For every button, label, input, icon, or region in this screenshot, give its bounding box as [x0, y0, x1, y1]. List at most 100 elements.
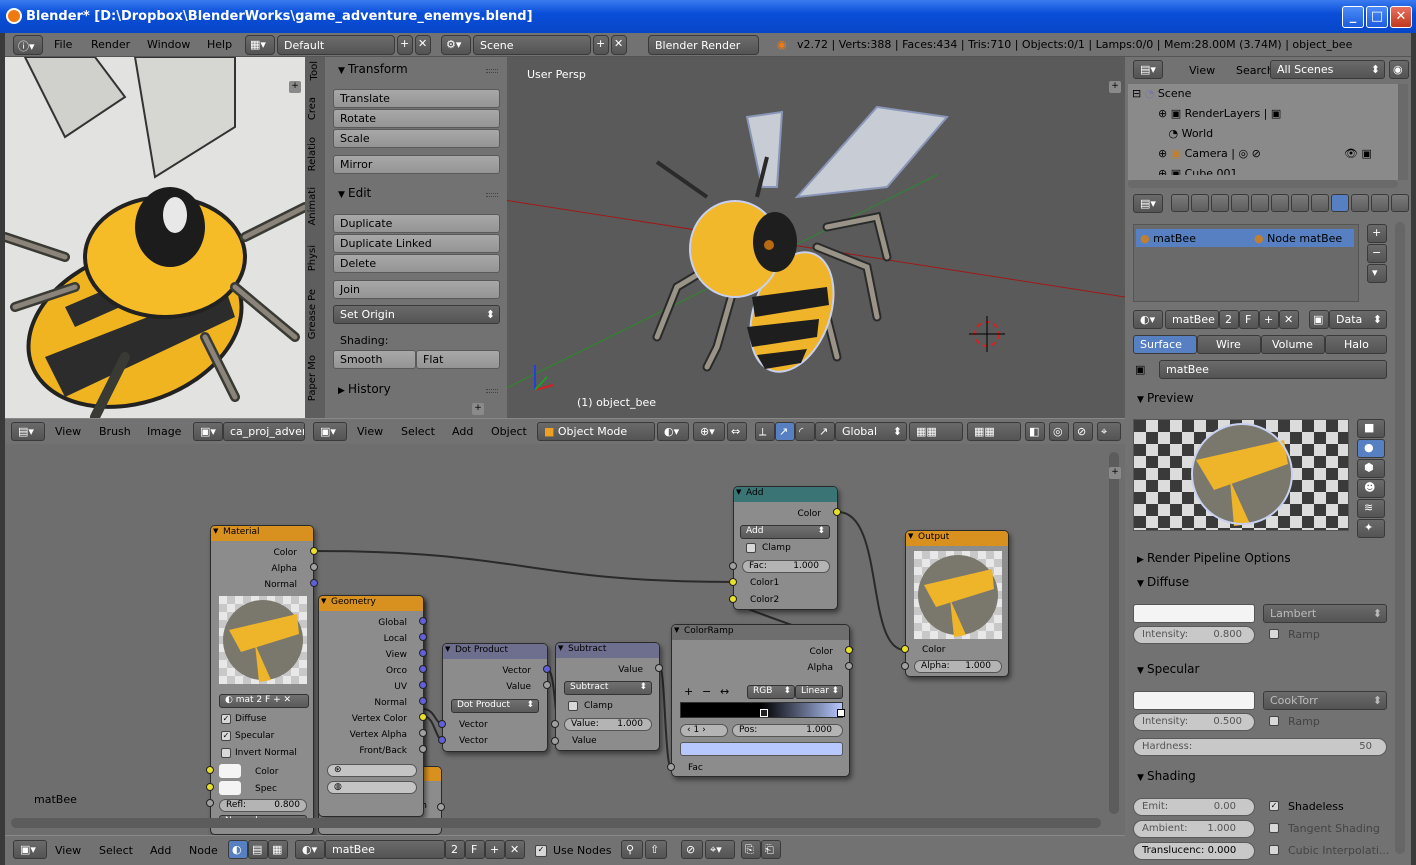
socket-material-alpha[interactable]	[310, 563, 318, 571]
socket-geometry-global-top[interactable]	[419, 617, 427, 625]
slot-menu-icon[interactable]: ▾	[1367, 264, 1387, 283]
colorramp-add-icon[interactable]: +	[684, 685, 693, 698]
specular-color-swatch[interactable]	[1133, 691, 1255, 710]
dot-product-operation-select[interactable]: Dot Product ⬍	[451, 699, 539, 713]
snap-icon[interactable]: ⌖	[1097, 422, 1121, 441]
material-node-browse[interactable]: ◐ mat 2 F + ✕	[219, 694, 309, 708]
diffuse-shader-select[interactable]: Lambert ⬍	[1263, 604, 1387, 623]
add-slot-icon[interactable]: +	[1367, 224, 1387, 243]
socket-colorramp-in-fac[interactable]	[667, 763, 675, 771]
colorramp-mode-select[interactable]: RGB ⬍	[747, 685, 795, 699]
translate-button[interactable]: Translate	[333, 89, 500, 108]
menu-file[interactable]: File	[54, 38, 72, 51]
set-origin-select[interactable]: Set Origin ⬍	[333, 305, 500, 324]
image-editor-expand-icon[interactable]: +	[289, 81, 301, 93]
mirror-button[interactable]: Mirror	[333, 155, 500, 174]
colorramp-flip-icon[interactable]: ↔	[720, 685, 729, 698]
node-editor-hscrollbar[interactable]	[11, 818, 1101, 828]
node-material-fake-user-button[interactable]: F	[465, 840, 485, 859]
new-material-icon[interactable]: +	[1259, 310, 1279, 329]
scale-button[interactable]: Scale	[333, 129, 500, 148]
node-material-name-field[interactable]: matBee	[325, 840, 445, 859]
image-menu-view[interactable]: View	[55, 425, 81, 438]
shadeless-checkbox[interactable]: ✓	[1269, 801, 1279, 811]
object-tab-icon[interactable]	[1251, 194, 1269, 212]
socket-colorramp-out-alpha[interactable]	[845, 662, 853, 670]
modifiers-tab-icon[interactable]	[1291, 194, 1309, 212]
socket-output-in-color[interactable]	[901, 645, 909, 653]
socket-output-in-alpha[interactable]	[901, 662, 909, 670]
scene-field[interactable]: Scene	[473, 35, 591, 55]
join-button[interactable]: Join	[333, 280, 500, 299]
edit-panel-title[interactable]: ▼ Edit	[338, 186, 371, 200]
diffuse-panel-title[interactable]: ▼ Diffuse	[1137, 575, 1189, 589]
socket-colorramp-out-color[interactable]	[845, 646, 853, 654]
specular-shader-select[interactable]: CookTorr ⬍	[1263, 691, 1387, 710]
socket-geometry-orco-top[interactable]	[419, 665, 427, 673]
outliner-editor-type-icon[interactable]: ▤▾	[1133, 60, 1163, 79]
node-tree-icon[interactable]: ▣	[1309, 310, 1329, 329]
colorramp-interpolation-select[interactable]: Linear ⬍	[795, 685, 843, 699]
subtract-operation-select[interactable]: Subtract ⬍	[564, 681, 652, 695]
socket-subtract-out-value[interactable]	[655, 664, 663, 672]
socket-subtract-in-value-2[interactable]	[551, 737, 559, 745]
material-spec-swatch[interactable]	[219, 781, 241, 795]
node-material-new-icon[interactable]: +	[485, 840, 505, 859]
outliner-item-world[interactable]: ◔ World	[1158, 127, 1213, 140]
image-menu-brush[interactable]: Brush	[99, 425, 131, 438]
specular-ramp-checkbox[interactable]	[1269, 716, 1279, 726]
pin-icon[interactable]: ⚲	[621, 840, 643, 859]
remove-slot-icon[interactable]: −	[1367, 244, 1387, 263]
tab-animation[interactable]: Animati	[307, 187, 318, 226]
visibility-eye-icon[interactable]: 👁 ▣	[1344, 147, 1372, 160]
outliner-item-camera[interactable]: ⊕ ▣ Camera | ◎ ⊘	[1158, 147, 1261, 160]
delete-button[interactable]: Delete	[333, 254, 500, 273]
duplicate-linked-button[interactable]: Duplicate Linked	[333, 234, 500, 253]
socket-view-z-depth[interactable]	[437, 803, 445, 811]
colorramp-node[interactable]: ColorRamp Color Alpha + − ↔ RGB⬍ Linear⬍…	[671, 624, 850, 777]
material-slot-list[interactable]: ● matBee ● Node matBee	[1133, 224, 1359, 302]
colorramp-gradient[interactable]	[680, 702, 845, 718]
socket-geometry-front-back-top[interactable]	[419, 745, 427, 753]
layers-grid-2-icon[interactable]: ▦▦	[967, 422, 1021, 441]
diffuse-color-swatch[interactable]	[1133, 604, 1255, 623]
viewport-menu-view[interactable]: View	[357, 425, 383, 438]
socket-geometry-uv-top[interactable]	[419, 681, 427, 689]
texture-nodes-icon[interactable]: ▦	[268, 840, 288, 859]
colorramp-pos-field[interactable]: Pos: 1.000	[732, 724, 843, 737]
node-snap-icon[interactable]: ⌖▾	[705, 840, 735, 859]
node-link-icon[interactable]: ⊘	[681, 840, 703, 859]
socket-add-in-color2[interactable]	[729, 595, 737, 603]
subtract-value-field[interactable]: Value: 1.000	[564, 718, 652, 731]
material-browse-icon[interactable]: ◐▾	[1133, 310, 1163, 329]
colorramp-remove-icon[interactable]: −	[702, 685, 711, 698]
tab-physics[interactable]: Physi	[307, 245, 318, 271]
transform-manipulator-icon[interactable]: ⟂	[755, 422, 775, 441]
tab-tool[interactable]: Tool	[307, 61, 323, 80]
material-tab-icon[interactable]	[1331, 194, 1349, 212]
material-node[interactable]: Material Color Alpha Normal ◐ mat 2 F + …	[210, 525, 314, 835]
node-editor-expand-icon[interactable]: +	[1109, 467, 1121, 479]
node-material-browse-icon[interactable]: ◐▾	[295, 840, 325, 859]
specular-panel-title[interactable]: ▼ Specular	[1137, 662, 1199, 676]
scene-remove-icon[interactable]: ✕	[611, 35, 627, 55]
mode-select[interactable]: ■ Object Mode	[537, 422, 655, 441]
outliner-item-renderlayers[interactable]: ⊕ ▣ RenderLayers | ▣	[1158, 107, 1281, 120]
link-data-select[interactable]: Data ⬍	[1329, 310, 1387, 329]
menu-help[interactable]: Help	[207, 38, 232, 51]
layout-field[interactable]: Default	[277, 35, 395, 55]
socket-material-normal[interactable]	[310, 579, 318, 587]
layers-grid-icon[interactable]: ▦▦	[909, 422, 963, 441]
render-preview-icon[interactable]: ◎	[1049, 422, 1069, 441]
go-to-parent-icon[interactable]: ⇧	[645, 840, 667, 859]
menu-render[interactable]: Render	[91, 38, 130, 51]
image-browse-icon[interactable]: ▣▾	[193, 422, 223, 441]
emit-field[interactable]: Emit: 0.00	[1133, 798, 1255, 816]
constraints-tab-icon[interactable]	[1271, 194, 1289, 212]
material-slot-item[interactable]: ● matBee ● Node matBee	[1136, 229, 1354, 247]
socket-add-out-color[interactable]	[833, 508, 841, 516]
refl-field[interactable]: Refl: 0.800	[219, 799, 307, 812]
flat-button[interactable]: Flat	[416, 350, 500, 369]
node-menu-select[interactable]: Select	[99, 844, 133, 857]
pivot-icon[interactable]: ⊕▾	[693, 422, 725, 441]
